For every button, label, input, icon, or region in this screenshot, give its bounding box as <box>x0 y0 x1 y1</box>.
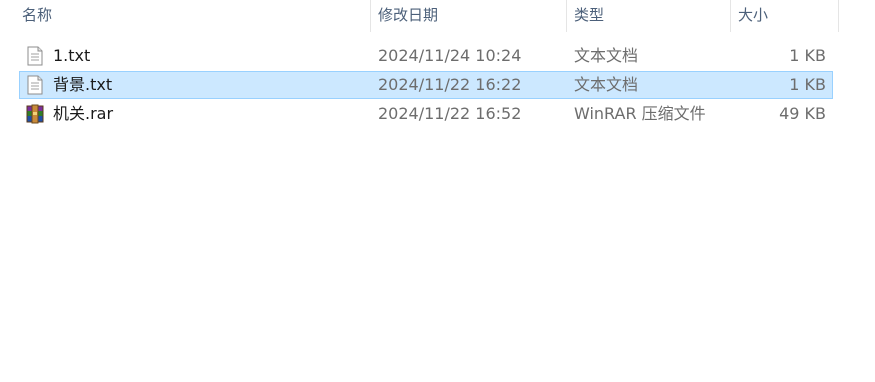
column-header-date[interactable]: 修改日期 <box>370 0 566 32</box>
file-size: 49 KB <box>779 104 826 123</box>
file-size: 1 KB <box>789 46 826 65</box>
file-date: 2024/11/22 16:52 <box>378 104 522 123</box>
column-header-type[interactable]: 类型 <box>566 0 730 32</box>
file-name: 机关.rar <box>53 104 114 123</box>
column-header-name[interactable]: 名称 <box>14 0 370 32</box>
file-list-pane: ^ 名称 修改日期 类型 大小 1.txt 2024/11/24 10:24 文… <box>0 0 875 382</box>
file-row[interactable]: 1.txt 2024/11/24 10:24 文本文档 1 KB <box>19 42 833 70</box>
file-row[interactable]: 机关.rar 2024/11/22 16:52 WinRAR 压缩文件 49 K… <box>19 100 833 128</box>
file-name-cell: 机关.rar <box>26 101 113 127</box>
column-header-size[interactable]: 大小 <box>730 0 838 32</box>
file-name-cell: 背景.txt <box>26 72 112 98</box>
file-type: 文本文档 <box>574 46 639 65</box>
winrar-archive-icon <box>26 104 44 124</box>
file-size: 1 KB <box>789 75 826 94</box>
column-divider[interactable] <box>838 0 839 32</box>
text-file-icon <box>26 46 44 66</box>
column-header-bar: ^ 名称 修改日期 类型 大小 <box>0 0 840 32</box>
file-date: 2024/11/22 16:22 <box>378 75 522 94</box>
text-file-icon <box>26 75 44 95</box>
file-name-cell: 1.txt <box>26 43 90 69</box>
file-type: WinRAR 压缩文件 <box>574 104 706 123</box>
file-date: 2024/11/24 10:24 <box>378 46 522 65</box>
file-name: 1.txt <box>53 46 91 65</box>
file-row-selected[interactable]: 背景.txt 2024/11/22 16:22 文本文档 1 KB <box>19 71 833 99</box>
file-type: 文本文档 <box>574 75 639 94</box>
file-name: 背景.txt <box>53 75 113 94</box>
